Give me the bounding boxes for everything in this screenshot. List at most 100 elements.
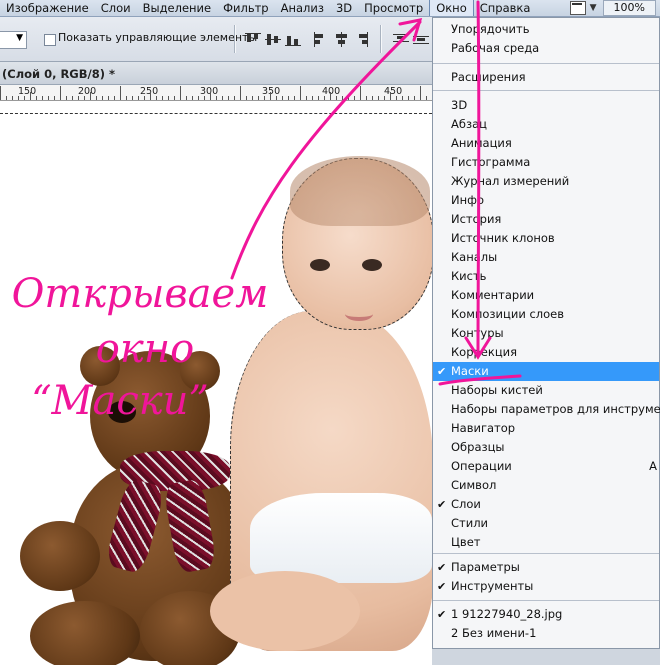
menu-item-label: Каналы (451, 250, 498, 264)
menu-item[interactable]: Упорядочить (433, 20, 659, 39)
ruler-tick (396, 96, 397, 100)
menu-item-label: Символ (451, 478, 497, 492)
tool-preset-select[interactable]: ▼ (0, 31, 27, 49)
ruler-tick (168, 96, 169, 100)
menu-item[interactable]: Инфо (433, 191, 659, 210)
menu-item-label: 3D (451, 98, 468, 112)
menu-item[interactable]: Абзац (433, 115, 659, 134)
menu-item[interactable]: Коррекция (433, 343, 659, 362)
ruler-tick (252, 96, 253, 100)
menu-item[interactable]: Анимация (433, 134, 659, 153)
ruler-tick (288, 96, 289, 100)
horizontal-ruler: 150 200 250 300 350 400 450 (0, 85, 432, 101)
menu-layers[interactable]: Слои (95, 0, 137, 16)
menu-item-label: Цвет (451, 535, 481, 549)
align-top-icon[interactable] (244, 31, 262, 47)
menu-item-label: Образцы (451, 440, 505, 454)
ruler-tick (234, 96, 235, 100)
align-bottom-icon[interactable] (284, 31, 302, 47)
menu-select[interactable]: Выделение (137, 0, 218, 16)
menu-item-label: Наборы кистей (451, 383, 543, 397)
baby-mouth (345, 307, 373, 321)
menu-item[interactable]: Символ (433, 476, 659, 495)
ruler-tick (324, 96, 325, 100)
menu-item[interactable]: Цвет (433, 533, 659, 552)
menu-item[interactable]: Навигатор (433, 419, 659, 438)
ruler-label: 200 (78, 86, 97, 97)
ruler-tick (204, 96, 205, 100)
menu-item[interactable]: 3D (433, 96, 659, 115)
ruler-tick (354, 96, 355, 100)
ruler-tick (12, 96, 13, 100)
menu-separator (433, 90, 659, 91)
show-controls-checkbox[interactable] (44, 34, 56, 46)
document-canvas[interactable]: Открываем окно “Маски” (0, 101, 432, 665)
ruler-tick (318, 96, 319, 100)
menu-item-shortcut: A (649, 459, 657, 473)
menu-item[interactable]: Контуры (433, 324, 659, 343)
menu-item[interactable]: ✔ 1 91227940_28.jpg (433, 605, 659, 624)
menu-window[interactable]: Окно (429, 0, 474, 16)
ruler-tick (48, 96, 49, 100)
menu-item[interactable]: ✔ Слои (433, 495, 659, 514)
menu-item[interactable]: Операции A (433, 457, 659, 476)
menu-image[interactable]: Изображение (0, 0, 95, 16)
menu-item-label: Комментарии (451, 288, 535, 302)
menu-item[interactable]: Композиции слоев (433, 305, 659, 324)
align-vertical-center-icon[interactable] (264, 31, 282, 47)
menu-item[interactable]: История (433, 210, 659, 229)
menu-item[interactable]: Рабочая среда (433, 39, 659, 58)
menu-item[interactable]: Кисть (433, 267, 659, 286)
ruler-tick (228, 96, 229, 100)
ruler-tick (198, 96, 199, 100)
menu-item[interactable]: ✔ Параметры (433, 558, 659, 577)
baby-eye (310, 259, 330, 271)
menu-item[interactable]: Каналы (433, 248, 659, 267)
menu-item[interactable]: Стили (433, 514, 659, 533)
menu-item-label: Абзац (451, 117, 487, 131)
distribute-center-icon[interactable] (412, 31, 430, 47)
menu-help[interactable]: Справка (474, 0, 537, 16)
align-left-icon[interactable] (312, 31, 330, 47)
menu-item[interactable]: ✔ Инструменты (433, 577, 659, 596)
menu-item[interactable]: Образцы (433, 438, 659, 457)
align-right-icon[interactable] (352, 31, 370, 47)
ruler-tick (78, 96, 79, 100)
baby-hair-shape (290, 156, 430, 226)
menu-item-label: 2 Без имени-1 (451, 626, 537, 640)
menu-3d[interactable]: 3D (330, 0, 358, 16)
menu-item-label: Контуры (451, 326, 504, 340)
ruler-tick (54, 96, 55, 100)
ruler-tick (84, 96, 85, 100)
menu-analysis[interactable]: Анализ (275, 0, 330, 16)
menu-item[interactable]: Наборы параметров для инструмент (433, 400, 660, 419)
menu-item[interactable]: Наборы кистей (433, 381, 659, 400)
menu-filter[interactable]: Фильтр (217, 0, 275, 16)
menu-item[interactable]: ✔ Маски (433, 362, 659, 381)
menu-item-label: Упорядочить (451, 22, 530, 36)
menu-item[interactable]: 2 Без имени-1 (433, 624, 659, 643)
zoom-level[interactable]: 100% (602, 0, 656, 16)
chevron-down-icon[interactable]: ▼ (590, 3, 597, 13)
ruler-tick (42, 96, 43, 100)
ruler-tick (246, 96, 247, 100)
document-tab[interactable]: (Слой 0, RGB/8) * (0, 62, 432, 85)
menu-item[interactable]: Гистограмма (433, 153, 659, 172)
ruler-tick (90, 92, 91, 100)
align-horizontal-center-icon[interactable] (332, 31, 350, 47)
menu-item[interactable]: Источник клонов (433, 229, 659, 248)
menu-item-label: Расширения (451, 70, 526, 84)
checkmark-icon: ✔ (437, 580, 447, 593)
arrange-documents-icon[interactable] (569, 1, 586, 15)
ruler-label: 450 (384, 86, 403, 97)
distribute-top-icon[interactable] (392, 31, 410, 47)
menu-item[interactable]: Расширения (433, 68, 659, 87)
menu-item-label: Слои (451, 497, 481, 511)
menu-view[interactable]: Просмотр (358, 0, 429, 16)
selection-marquee (0, 113, 432, 114)
panel-strip (432, 649, 660, 665)
ruler-tick (402, 96, 403, 100)
menu-item[interactable]: Журнал измерений (433, 172, 659, 191)
baby-eye (362, 259, 382, 271)
menu-item[interactable]: Комментарии (433, 286, 659, 305)
